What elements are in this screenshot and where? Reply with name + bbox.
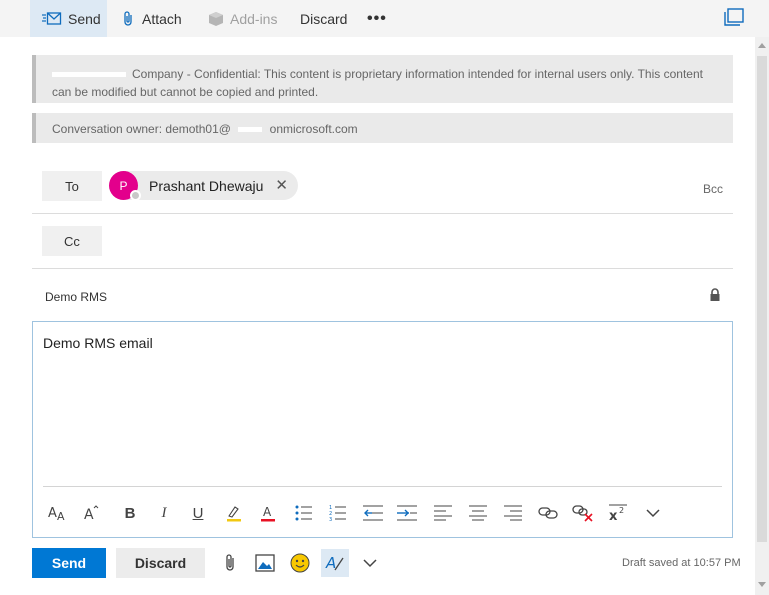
scroll-up-arrow-icon[interactable] — [758, 43, 766, 48]
bcc-link[interactable]: Bcc — [703, 182, 723, 196]
scroll-down-arrow-icon[interactable] — [758, 582, 766, 587]
format-toolbar-divider — [43, 486, 722, 487]
svg-text:A: A — [57, 510, 65, 522]
increase-indent-icon[interactable] — [394, 500, 420, 526]
draft-status: Draft saved at 10:57 PM — [622, 557, 741, 569]
underline-icon[interactable]: U — [185, 500, 211, 526]
remove-link-icon[interactable] — [570, 500, 596, 526]
paperclip-icon — [122, 10, 136, 27]
svg-text:3: 3 — [329, 517, 332, 521]
lock-icon — [709, 288, 721, 307]
to-button[interactable]: To — [42, 171, 102, 201]
highlight-icon[interactable] — [221, 500, 247, 526]
cc-field-row: Cc — [32, 214, 733, 269]
popout-icon[interactable] — [724, 8, 744, 31]
attach-file-icon[interactable] — [216, 549, 244, 577]
classification-text: Company - Confidential: This content is … — [52, 67, 703, 99]
addins-command[interactable]: Add-ins — [208, 0, 277, 37]
italic-icon[interactable]: I — [151, 500, 177, 526]
avatar-initial: P — [119, 178, 128, 193]
command-bar: Send Attach Add-ins Discard ••• — [0, 0, 769, 37]
presence-icon — [130, 190, 141, 201]
send-icon — [42, 11, 62, 26]
more-options-chevron-icon[interactable] — [356, 549, 384, 577]
superscript-icon[interactable]: x2 — [605, 500, 631, 526]
addins-command-label: Add-ins — [230, 10, 278, 27]
bullets-icon[interactable] — [291, 500, 317, 526]
owner-prefix: Conversation owner: demoth01@ — [52, 122, 231, 136]
remove-recipient-icon[interactable]: ✕ — [275, 176, 288, 194]
svg-text:A: A — [84, 507, 94, 522]
avatar: P — [109, 171, 141, 201]
align-left-icon[interactable] — [430, 500, 456, 526]
discard-button[interactable]: Discard — [116, 548, 205, 578]
attach-command-label: Attach — [142, 10, 182, 27]
emoji-icon[interactable] — [286, 549, 314, 577]
send-button[interactable]: Send — [32, 548, 106, 578]
align-center-icon[interactable] — [465, 500, 491, 526]
insert-picture-icon[interactable] — [251, 549, 279, 577]
vertical-scrollbar[interactable] — [755, 37, 769, 595]
insert-link-icon[interactable] — [535, 500, 561, 526]
numbering-icon[interactable]: 123 — [325, 500, 351, 526]
recipient-chip[interactable]: P Prashant Dhewaju ✕ — [109, 171, 298, 201]
decrease-indent-icon[interactable] — [360, 500, 386, 526]
addins-icon — [208, 11, 224, 27]
svg-text:A: A — [263, 505, 272, 519]
send-command-label: Send — [68, 10, 101, 27]
redacted-text — [52, 72, 126, 78]
owner-suffix: onmicrosoft.com — [269, 122, 358, 136]
svg-text:2: 2 — [619, 506, 624, 515]
discard-command-label: Discard — [300, 10, 348, 27]
message-body-text[interactable]: Demo RMS email — [43, 335, 153, 351]
cc-button[interactable]: Cc — [42, 226, 102, 256]
discard-command[interactable]: Discard — [300, 0, 347, 37]
more-options-button[interactable]: ••• — [367, 0, 387, 37]
more-formatting-chevron-icon[interactable] — [640, 500, 666, 526]
conversation-owner-banner: Conversation owner: demoth01@ onmicrosof… — [32, 113, 733, 143]
formatting-options-icon[interactable]: A — [321, 549, 349, 577]
subject-input[interactable]: Demo RMS — [45, 290, 107, 304]
grow-font-icon[interactable]: A — [79, 500, 105, 526]
svg-text:A: A — [48, 506, 57, 521]
scrollbar-thumb[interactable] — [757, 56, 767, 542]
to-field-row: To P Prashant Dhewaju ✕ Bcc — [32, 158, 733, 214]
font-size-icon[interactable]: AA — [45, 500, 71, 526]
redacted-text — [238, 127, 263, 133]
svg-text:x: x — [609, 509, 618, 522]
bold-icon[interactable]: B — [117, 500, 143, 526]
message-body-editor[interactable]: Demo RMS email AA A B I U A 123 x2 — [32, 321, 733, 538]
font-color-icon[interactable]: A — [255, 500, 281, 526]
svg-text:A: A — [325, 554, 336, 572]
recipient-name: Prashant Dhewaju — [149, 177, 264, 194]
attach-command[interactable]: Attach — [122, 0, 182, 37]
align-right-icon[interactable] — [500, 500, 526, 526]
more-options-icon: ••• — [367, 9, 387, 27]
classification-banner: Company - Confidential: This content is … — [32, 55, 733, 103]
send-command[interactable]: Send — [30, 0, 107, 37]
